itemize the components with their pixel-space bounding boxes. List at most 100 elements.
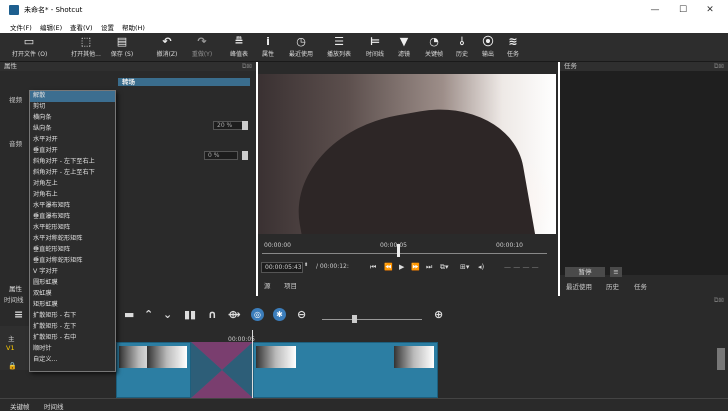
- dropdown-option[interactable]: 扩散矩形 - 左下: [30, 322, 115, 333]
- dropdown-option[interactable]: 横向条: [30, 113, 115, 124]
- dropdown-option[interactable]: 解散: [30, 91, 115, 102]
- ripple-icon[interactable]: ◎: [251, 308, 264, 321]
- dropdown-option[interactable]: V 字对开: [30, 267, 115, 278]
- export-button[interactable]: ⦿ 输出: [478, 35, 498, 60]
- overwrite-icon[interactable]: ⌄: [163, 308, 172, 321]
- video-clip[interactable]: [253, 342, 438, 398]
- properties-button[interactable]: i 属性: [258, 35, 278, 60]
- dropdown-option[interactable]: 垂直瀑布矩阵: [30, 212, 115, 223]
- keyframes-button[interactable]: ◔ 关键帧: [422, 35, 446, 60]
- play-icon[interactable]: ▶: [399, 263, 404, 271]
- dropdown-option[interactable]: 斜角对开 - 左上至右下: [30, 168, 115, 179]
- panel-float-close-icon[interactable]: ⧉⊠: [714, 62, 724, 71]
- dropdown-option[interactable]: 顺时针: [30, 344, 115, 355]
- history-button[interactable]: ⫰ 历史: [452, 35, 472, 60]
- dropdown-option[interactable]: 扩散矩形 - 右中: [30, 333, 115, 344]
- jobs-list[interactable]: [560, 71, 728, 275]
- audio-mix-spin-arrows[interactable]: [242, 151, 248, 160]
- menu-view[interactable]: 查看(V): [70, 22, 93, 32]
- scrub-icon[interactable]: ⟴: [228, 308, 241, 321]
- dropdown-option[interactable]: 矩形虹膜: [30, 300, 115, 311]
- tab-project[interactable]: 项目: [284, 280, 297, 290]
- menu-edit[interactable]: 编辑(E): [40, 22, 62, 32]
- tab-history[interactable]: 历史: [606, 281, 619, 291]
- maximize-button[interactable]: ☐: [676, 4, 690, 16]
- open-other-button[interactable]: ⬚ 打开其他...: [68, 35, 104, 60]
- jobs-panel: 任务 ⧉⊠ 暂停 ≡ 最近使用 历史 任务: [560, 62, 728, 296]
- dropdown-option[interactable]: 圆形虹膜: [30, 278, 115, 289]
- dropdown-option[interactable]: 斜角对开 - 左下至右上: [30, 157, 115, 168]
- skip-end-icon[interactable]: ⏭: [426, 263, 432, 272]
- menu-file[interactable]: 文件(F): [10, 22, 32, 32]
- volume-icon[interactable]: ◂): [478, 263, 484, 271]
- zoom-slider-handle[interactable]: [352, 315, 357, 323]
- menu-settings[interactable]: 设置: [101, 22, 114, 32]
- dropdown-option[interactable]: 对角右上: [30, 190, 115, 201]
- ripple-all-icon[interactable]: ✱: [273, 308, 286, 321]
- dropdown-option[interactable]: 剪切: [30, 102, 115, 113]
- fast-forward-icon[interactable]: ⏩: [411, 263, 420, 271]
- rewind-icon[interactable]: ⏪: [384, 263, 393, 271]
- grid-icon[interactable]: ⊞▾: [460, 263, 469, 271]
- dropdown-option[interactable]: 水平对称蛇形矩阵: [30, 234, 115, 245]
- audio-mix-spinbox[interactable]: 0 %: [204, 151, 238, 160]
- transition-clip[interactable]: [191, 342, 253, 398]
- dropdown-option[interactable]: 双虹膜: [30, 289, 115, 300]
- zoom-out-icon[interactable]: ⊖: [297, 308, 306, 321]
- dropdown-option[interactable]: 扩散矩形 - 右下: [30, 311, 115, 322]
- player-ruler[interactable]: 00:00:00 00:00:05 00:00:10: [262, 242, 547, 258]
- dropdown-option[interactable]: 垂直对开: [30, 146, 115, 157]
- close-button[interactable]: ✕: [703, 4, 717, 16]
- peak-meter-button[interactable]: ≞ 峰值表: [226, 35, 252, 60]
- tab-timeline[interactable]: 时间线: [44, 401, 64, 411]
- current-timecode[interactable]: 00:00:05:43: [261, 262, 303, 273]
- split-icon[interactable]: ▮▮: [184, 308, 196, 321]
- timecode-spin-icon[interactable]: ⬍: [304, 262, 308, 268]
- open-file-button[interactable]: ▭ 打开文件 (O): [12, 35, 47, 60]
- dropdown-option[interactable]: 对角左上: [30, 179, 115, 190]
- snap-magnet-icon[interactable]: ∩: [208, 308, 217, 321]
- dropdown-option[interactable]: 水平瀑布矩阵: [30, 201, 115, 212]
- video-preview[interactable]: [258, 74, 556, 234]
- tab-jobs[interactable]: 任务: [634, 281, 647, 291]
- menu-help[interactable]: 帮助(H): [122, 22, 145, 32]
- player-playhead[interactable]: [397, 244, 400, 257]
- timeline-button[interactable]: ⊨ 时间线: [362, 35, 388, 60]
- pause-jobs-button[interactable]: 暂停: [565, 267, 605, 277]
- playlist-button[interactable]: ☰ 播放列表: [324, 35, 354, 60]
- dropdown-option[interactable]: 自定义...: [30, 355, 115, 366]
- softness-spin-arrows[interactable]: [242, 121, 248, 130]
- tab-source[interactable]: 源: [264, 280, 271, 290]
- tab-recent[interactable]: 最近使用: [566, 281, 592, 291]
- zoom-in-icon[interactable]: ⊕: [434, 308, 443, 321]
- transition-type-dropdown[interactable]: 解散 剪切 横向条 纵向条 水平对开 垂直对开 斜角对开 - 左下至右上 斜角对开 - 左上至…: [29, 90, 116, 372]
- dropdown-option[interactable]: 水平蛇形矩阵: [30, 223, 115, 234]
- redo-button[interactable]: ↷ 重做(Y): [189, 35, 215, 60]
- timeline-menu-icon[interactable]: ≡: [14, 308, 23, 321]
- dropdown-option[interactable]: 垂直对称蛇形矩阵: [30, 256, 115, 267]
- timeline-playhead[interactable]: [252, 330, 253, 398]
- zoom-slider[interactable]: [322, 319, 422, 320]
- timeline-scrollbar[interactable]: [716, 330, 726, 392]
- tab-properties[interactable]: 属性: [9, 283, 22, 293]
- toggle-zoom-icon[interactable]: ⧉▾: [440, 263, 449, 272]
- jobs-button[interactable]: ≋ 任务: [503, 35, 523, 60]
- undo-button[interactable]: ↶ 撤消(Z): [154, 35, 180, 60]
- save-button[interactable]: ▤ 保存 (S): [108, 35, 136, 60]
- video-clip[interactable]: [116, 342, 191, 398]
- minimize-button[interactable]: —: [648, 4, 662, 16]
- scrollbar-thumb[interactable]: [717, 348, 725, 370]
- dropdown-option[interactable]: 水平对开: [30, 135, 115, 146]
- skip-start-icon[interactable]: ⏮: [370, 263, 376, 272]
- panel-float-close-icon[interactable]: ⧉⊠: [242, 62, 252, 71]
- recent-button[interactable]: ◷ 最近使用: [286, 35, 316, 60]
- remove-cut-icon[interactable]: ▬: [124, 308, 134, 321]
- dropdown-option[interactable]: 纵向条: [30, 124, 115, 135]
- lift-icon[interactable]: ⌃: [144, 308, 153, 321]
- tab-keyframes[interactable]: 关键帧: [10, 401, 30, 411]
- dropdown-option[interactable]: 垂直蛇形矩阵: [30, 245, 115, 256]
- clip-thumbnail: [394, 346, 434, 368]
- jobs-menu-button[interactable]: ≡: [610, 267, 622, 277]
- filters-button[interactable]: ▼ 滤镜: [394, 35, 414, 60]
- lock-icon[interactable]: 🔒: [8, 362, 17, 370]
